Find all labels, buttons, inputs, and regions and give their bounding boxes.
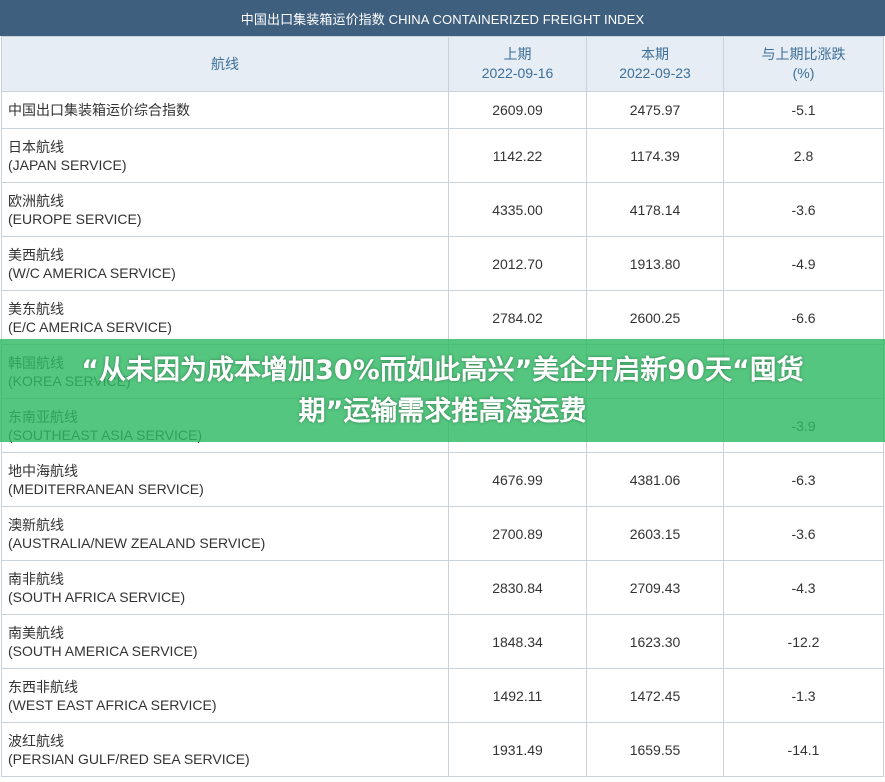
route-cell: 美西航线 (W/C AMERICA SERVICE) bbox=[1, 236, 449, 291]
header-current-label: 本期 bbox=[641, 46, 669, 62]
table-row: 波红航线 (PERSIAN GULF/RED SEA SERVICE) 1931.4… bbox=[1, 722, 884, 777]
route-name-en: (EUROPE SERVICE) bbox=[8, 210, 142, 227]
freight-index-document: 中国出口集装箱运价指数 CHINA CONTAINERIZED FREIGHT … bbox=[0, 0, 885, 782]
headline-banner: “从未因为成本增加30%而如此高兴”美企开启新90天“囤货期”运输需求推高海运费 bbox=[0, 339, 885, 442]
change-percent-cell: -14.1 bbox=[723, 722, 884, 777]
route-name-en: (AUSTRALIA/NEW ZEALAND SERVICE) bbox=[8, 534, 266, 551]
route-name-cn: 美西航线 bbox=[8, 246, 64, 263]
change-percent-cell: -5.1 bbox=[723, 91, 884, 129]
previous-index-cell: 1848.34 bbox=[448, 614, 587, 669]
current-index-cell: 2603.15 bbox=[586, 506, 724, 561]
route-name-en: (E/C AMERICA SERVICE) bbox=[8, 318, 172, 335]
route-cell: 澳新航线 (AUSTRALIA/NEW ZEALAND SERVICE) bbox=[1, 506, 449, 561]
route-name-cn: 澳新航线 bbox=[8, 516, 64, 533]
table-row: 美西航线 (W/C AMERICA SERVICE) 2012.70 1913.80-… bbox=[1, 236, 884, 291]
table-header-row: 航线 上期 2022-09-16 本期 2022-09-23 与上期比涨跌 (%… bbox=[1, 36, 884, 92]
route-cell: 日本航线 (JAPAN SERVICE) bbox=[1, 128, 449, 183]
current-index-cell: 2709.43 bbox=[586, 560, 724, 615]
current-index-cell: 4178.14 bbox=[586, 182, 724, 237]
table-row: 欧洲航线 (EUROPE SERVICE) 4335.00 4178.14 -3.6 bbox=[1, 182, 884, 237]
table-row: 南非航线 (SOUTH AFRICA SERVICE) 2830.84 2709.43… bbox=[1, 560, 884, 615]
change-percent-cell: -12.2 bbox=[723, 614, 884, 669]
current-index-cell: 2600.25 bbox=[586, 290, 724, 345]
table-row: 地中海航线 (MEDITERRANEAN SERVICE) 4676.99 4381.… bbox=[1, 452, 884, 507]
header-previous-label: 上期 bbox=[503, 46, 532, 62]
previous-index-cell: 2700.89 bbox=[448, 506, 587, 561]
route-name-cn: 日本航线 bbox=[8, 138, 64, 155]
route-cell: 东西非航线 (WEST EAST AFRICA SERVICE) bbox=[1, 668, 449, 723]
previous-index-cell: 2784.02 bbox=[448, 290, 587, 345]
header-change: 与上期比涨跌 (%) bbox=[723, 36, 884, 92]
route-cell: 南美航线 (SOUTH AMERICA SERVICE) bbox=[1, 614, 449, 669]
route-name-en: (W/C AMERICA SERVICE) bbox=[8, 264, 176, 281]
header-change-label: 与上期比涨跌 bbox=[761, 46, 846, 62]
route-name-cn: 波红航线 bbox=[8, 732, 64, 749]
route-name-cn: 美东航线 bbox=[8, 300, 64, 317]
previous-index-cell: 2830.84 bbox=[448, 560, 587, 615]
change-percent-cell: -3.6 bbox=[723, 182, 884, 237]
table-row: 美东航线 (E/C AMERICA SERVICE) 2784.02 2600.25-… bbox=[1, 290, 884, 345]
route-cell: 南非航线 (SOUTH AFRICA SERVICE) bbox=[1, 560, 449, 615]
current-index-cell: 1659.55 bbox=[586, 722, 724, 777]
route-name-en: (WEST EAST AFRICA SERVICE) bbox=[8, 696, 217, 713]
current-index-cell: 1623.30 bbox=[586, 614, 724, 669]
previous-index-cell: 1492.11 bbox=[448, 668, 587, 723]
current-index-cell: 1174.39 bbox=[586, 128, 724, 183]
route-name-en: (MEDITERRANEAN SERVICE) bbox=[8, 480, 204, 497]
route-name-cn: 南美航线 bbox=[8, 624, 64, 641]
current-index-cell: 1913.80 bbox=[586, 236, 724, 291]
change-percent-cell: -6.6 bbox=[723, 290, 884, 345]
current-index-cell: 2475.97 bbox=[586, 91, 724, 129]
previous-index-cell: 1931.49 bbox=[448, 722, 587, 777]
previous-index-cell: 4335.00 bbox=[448, 182, 587, 237]
route-name-en: (SOUTH AFRICA SERVICE) bbox=[8, 588, 186, 605]
header-change-unit: (%) bbox=[792, 65, 815, 81]
change-percent-cell: -4.9 bbox=[723, 236, 884, 291]
route-name-cn: 中国出口集装箱运价综合指数 bbox=[8, 102, 190, 118]
table-row: 南美航线 (SOUTH AMERICA SERVICE) 1848.34 1623.3… bbox=[1, 614, 884, 669]
change-percent-cell: -3.6 bbox=[723, 506, 884, 561]
table-row: 东西非航线 (WEST EAST AFRICA SERVICE) 1492.11 14… bbox=[1, 668, 884, 723]
route-name-cn: 东西非航线 bbox=[8, 678, 78, 695]
route-name-en: (SOUTH AMERICA SERVICE) bbox=[8, 642, 198, 659]
route-cell: 中国出口集装箱运价综合指数 bbox=[1, 91, 449, 129]
header-current-period: 本期 2022-09-23 bbox=[586, 36, 724, 92]
current-index-cell: 1472.45 bbox=[586, 668, 724, 723]
current-index-cell: 4381.06 bbox=[586, 452, 724, 507]
previous-index-cell: 2609.09 bbox=[448, 91, 587, 129]
route-cell: 美东航线 (E/C AMERICA SERVICE) bbox=[1, 290, 449, 345]
table-title: 中国出口集装箱运价指数 CHINA CONTAINERIZED FREIGHT … bbox=[0, 0, 885, 36]
route-name-cn: 南非航线 bbox=[8, 570, 64, 587]
table-row: 中国出口集装箱运价综合指数 2609.09 2475.97 -5.1 bbox=[1, 91, 884, 129]
table-row: 日本航线 (JAPAN SERVICE) 1142.22 1174.39 2.8 bbox=[1, 128, 884, 183]
previous-index-cell: 4676.99 bbox=[448, 452, 587, 507]
route-cell: 欧洲航线 (EUROPE SERVICE) bbox=[1, 182, 449, 237]
route-cell: 波红航线 (PERSIAN GULF/RED SEA SERVICE) bbox=[1, 722, 449, 777]
previous-index-cell: 2012.70 bbox=[448, 236, 587, 291]
change-percent-cell: 2.8 bbox=[723, 128, 884, 183]
header-previous-period: 上期 2022-09-16 bbox=[448, 36, 587, 92]
header-route: 航线 bbox=[1, 36, 449, 92]
route-cell: 地中海航线 (MEDITERRANEAN SERVICE) bbox=[1, 452, 449, 507]
change-percent-cell: -1.3 bbox=[723, 668, 884, 723]
route-name-en: (PERSIAN GULF/RED SEA SERVICE) bbox=[8, 750, 250, 767]
previous-index-cell: 1142.22 bbox=[448, 128, 587, 183]
header-previous-date: 2022-09-16 bbox=[481, 65, 554, 81]
header-current-date: 2022-09-23 bbox=[619, 65, 691, 81]
route-name-en: (JAPAN SERVICE) bbox=[8, 156, 127, 173]
route-name-cn: 欧洲航线 bbox=[8, 192, 64, 209]
change-percent-cell: -6.3 bbox=[723, 452, 884, 507]
headline-text: “从未因为成本增加30%而如此高兴”美企开启新90天“囤货期”运输需求推高海运费 bbox=[81, 354, 804, 427]
route-name-cn: 地中海航线 bbox=[8, 462, 78, 479]
table-row: 澳新航线 (AUSTRALIA/NEW ZEALAND SERVICE) 2700.… bbox=[1, 506, 884, 561]
change-percent-cell: -4.3 bbox=[723, 560, 884, 615]
